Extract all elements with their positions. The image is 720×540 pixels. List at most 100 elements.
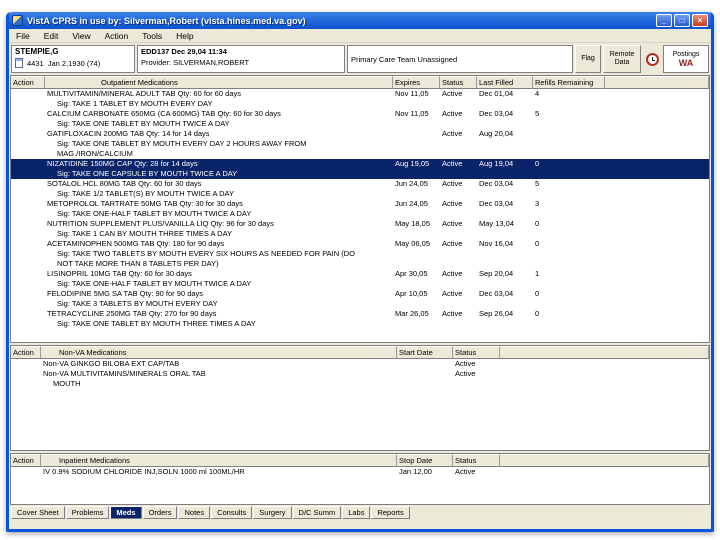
med-status: Active <box>442 239 463 248</box>
patient-info-button[interactable]: STEMPIE,G 4431 Jan 2,1930 (74) <box>11 45 135 73</box>
med-sig: Sig: TAKE 3 TABLETS BY MOUTH EVERY DAY <box>57 299 218 308</box>
med-sig: NOT TAKE MORE THAN 8 TABLETS PER DAY) <box>57 259 219 268</box>
nonva-med-row[interactable]: Non-VA GINKGO BILOBA EXT CAP/TAB Active <box>11 359 709 369</box>
visit-info-button[interactable]: EDD137 Dec 29,04 11:34 Provider: SILVERM… <box>137 45 345 73</box>
med-action-cell <box>11 179 45 199</box>
tab-cover-sheet[interactable]: Cover Sheet <box>11 506 65 519</box>
tab-problems[interactable]: Problems <box>65 506 110 519</box>
med-row[interactable]: TETRACYCLINE 250MG TAB Qty: 270 for 90 d… <box>11 309 709 329</box>
close-button[interactable]: × <box>692 14 708 27</box>
visit-location: EDD137 Dec 29,04 11:34 <box>141 47 227 56</box>
column-header-stop-date: Stop Date <box>397 454 453 467</box>
menu-tools[interactable]: Tools <box>135 31 169 41</box>
med-expires: Mar 26,05 <box>395 309 429 318</box>
column-header-refills-remaining: Refills Remaining <box>533 76 605 89</box>
nonva-med-row[interactable]: Non-VA MULTIVITAMINS/MINERALS ORAL TAB MO… <box>11 369 709 389</box>
tab-orders[interactable]: Orders <box>142 506 178 519</box>
med-expires: Jun 24,05 <box>395 179 428 188</box>
minimize-button[interactable]: _ <box>656 14 672 27</box>
med-row[interactable]: CALCIUM CARBONATE 650MG (CA 600MG) TAB Q… <box>11 109 709 129</box>
column-header-spacer <box>500 454 709 467</box>
med-name: IV 0.9% SODIUM CHLORIDE INJ,SOLN 1000 ml… <box>43 467 245 476</box>
med-last-filled: Aug 20,04 <box>479 129 514 138</box>
inpatient-medications-panel: Action Inpatient Medications Stop Date Stat… <box>10 453 710 505</box>
postings-value: WA <box>678 57 694 68</box>
postings-button[interactable]: Postings WA <box>663 45 709 73</box>
tab-surgery[interactable]: Surgery <box>253 506 292 519</box>
column-header-status: Status <box>453 346 500 359</box>
tab-reports[interactable]: Reports <box>371 506 410 519</box>
med-date <box>397 359 453 369</box>
med-name: METOPROLOL TARTRATE 50MG TAB Qty: 30 for… <box>47 199 243 208</box>
med-sig: Sig: TAKE 1/2 TABLET(S) BY MOUTH TWICE A… <box>57 189 234 198</box>
med-last-filled: May 13,04 <box>479 219 515 228</box>
med-refills: 5 <box>535 109 540 118</box>
med-last-filled: Sep 26,04 <box>479 309 514 318</box>
med-name: MULTIVITAMIN/MINERAL ADULT TAB Qty: 60 f… <box>47 89 241 98</box>
med-sig: Sig: TAKE 1 TABLET BY MOUTH EVERY DAY <box>57 99 213 108</box>
med-name-cell: SOTALOL HCL 80MG TAB Qty: 60 for 30 days… <box>45 179 393 199</box>
nonva-medications-panel: Action Non-VA Medications Start Date Status… <box>10 345 710 451</box>
med-filler-cell <box>500 369 709 389</box>
inpatient-medications-list[interactable]: IV 0.9% SODIUM CHLORIDE INJ,SOLN 1000 ml… <box>11 467 709 504</box>
menu-help[interactable]: Help <box>169 31 200 41</box>
med-action-cell <box>11 269 45 289</box>
menu-file[interactable]: File <box>9 31 37 41</box>
med-filler-cell <box>605 109 709 129</box>
tab-meds[interactable]: Meds <box>110 506 142 519</box>
med-row[interactable]: NIZATIDINE 150MG CAP Qty: 28 for 14 days… <box>11 159 709 179</box>
outpatient-medications-list[interactable]: MULTIVITAMIN/MINERAL ADULT TAB Qty: 60 f… <box>11 89 709 342</box>
med-sig: Sig: TAKE ONE TABLET BY MOUTH THREE TIME… <box>57 319 256 328</box>
menu-edit[interactable]: Edit <box>37 31 66 41</box>
menu-action[interactable]: Action <box>98 31 136 41</box>
tab-labs[interactable]: Labs <box>342 506 371 519</box>
med-filler-cell <box>605 309 709 329</box>
med-action-cell <box>11 289 45 309</box>
med-last-filled: Sep 20,04 <box>479 269 514 278</box>
med-name: LISINOPRIL 10MG TAB Qty: 60 for 30 days <box>47 269 192 278</box>
med-action-cell <box>11 309 45 329</box>
reminders-button[interactable] <box>643 45 661 73</box>
tab-d-c-summ[interactable]: D/C Summ <box>292 506 342 519</box>
inpatient-med-row[interactable]: IV 0.9% SODIUM CHLORIDE INJ,SOLN 1000 ml… <box>11 467 709 477</box>
column-header-expires: Expires <box>393 76 440 89</box>
cprs-window: VistA CPRS in use by: Silverman,Robert (… <box>6 12 714 532</box>
tab-notes[interactable]: Notes <box>178 506 211 519</box>
med-row[interactable]: MULTIVITAMIN/MINERAL ADULT TAB Qty: 60 f… <box>11 89 709 109</box>
med-name-cell: ACETAMINOPHEN 500MG TAB Qty: 180 for 90 … <box>45 239 393 269</box>
care-team-box: Primary Care Team Unassigned <box>347 45 573 73</box>
med-status: Active <box>455 359 476 368</box>
med-name-cell: FELODIPINE 5MG SA TAB Qty: 90 for 90 day… <box>45 289 393 309</box>
title-bar[interactable]: VistA CPRS in use by: Silverman,Robert (… <box>9 12 711 29</box>
med-sig: Sig: TAKE ONE TABLET BY MOUTH EVERY DAY … <box>57 139 307 148</box>
flag-button[interactable]: Flag <box>575 45 601 73</box>
med-row[interactable]: ACETAMINOPHEN 500MG TAB Qty: 180 for 90 … <box>11 239 709 269</box>
med-row[interactable]: NUTRITION SUPPLEMENT PLUS/VANILLA LIQ Qt… <box>11 219 709 239</box>
med-expires: Nov 11,05 <box>395 89 429 98</box>
med-last-filled: Dec 03,04 <box>479 109 514 118</box>
status-strip <box>9 520 711 529</box>
med-date <box>397 369 453 389</box>
med-filler-cell <box>605 159 709 179</box>
maximize-button[interactable]: □ <box>674 14 690 27</box>
tab-consults[interactable]: Consults <box>211 506 253 519</box>
med-filler-cell <box>500 467 709 477</box>
med-row[interactable]: METOPROLOL TARTRATE 50MG TAB Qty: 30 for… <box>11 199 709 219</box>
med-status: Active <box>442 269 463 278</box>
med-sig: MAG./IRON/CALCIUM <box>57 149 133 158</box>
med-row[interactable]: SOTALOL HCL 80MG TAB Qty: 60 for 30 days… <box>11 179 709 199</box>
med-name-cell: LISINOPRIL 10MG TAB Qty: 60 for 30 days S… <box>45 269 393 289</box>
med-name: Non-VA GINKGO BILOBA EXT CAP/TAB <box>43 359 180 368</box>
menu-view[interactable]: View <box>65 31 97 41</box>
med-name: CALCIUM CARBONATE 650MG (CA 600MG) TAB Q… <box>47 109 281 118</box>
med-name: NUTRITION SUPPLEMENT PLUS/VANILLA LIQ Qt… <box>47 219 274 228</box>
remote-data-button[interactable]: Remote Data <box>603 45 641 73</box>
med-refills: 0 <box>535 159 540 168</box>
med-status: Active <box>442 309 463 318</box>
med-last-filled: Dec 03,04 <box>479 179 514 188</box>
med-row[interactable]: LISINOPRIL 10MG TAB Qty: 60 for 30 days S… <box>11 269 709 289</box>
med-row[interactable]: GATIFLOXACIN 200MG TAB Qty: 14 for 14 da… <box>11 129 709 159</box>
nonva-medications-list[interactable]: Non-VA GINKGO BILOBA EXT CAP/TAB Active No… <box>11 359 709 450</box>
med-row[interactable]: FELODIPINE 5MG SA TAB Qty: 90 for 90 day… <box>11 289 709 309</box>
med-status: Active <box>455 369 476 378</box>
